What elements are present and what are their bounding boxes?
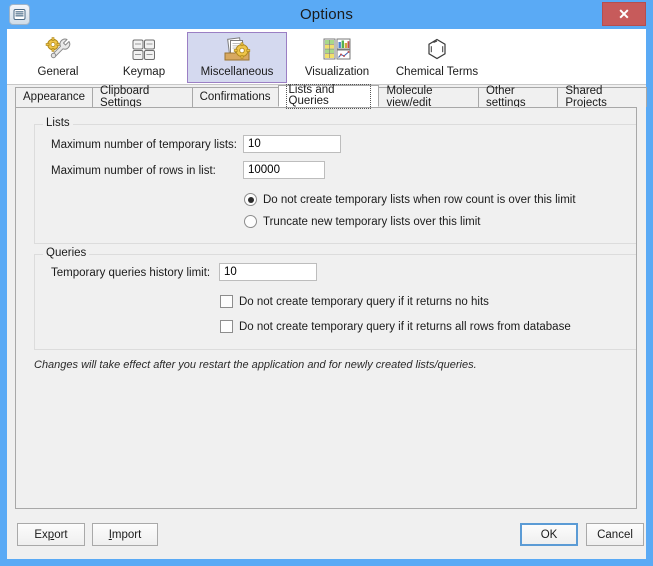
checkbox-indicator (220, 295, 233, 308)
checkbox-no-hits[interactable]: Do not create temporary query if it retu… (220, 295, 489, 308)
toolbar-item-chemical-terms[interactable]: Chemical Terms (387, 32, 487, 83)
gear-wrench-icon (43, 36, 73, 64)
toolbar-item-keymap[interactable]: Keymap (101, 32, 187, 83)
documents-gear-icon (222, 36, 252, 64)
benzene-ring-icon (422, 36, 452, 64)
tab-other-settings[interactable]: Other settings (478, 87, 558, 107)
toolbar-item-label: General (38, 66, 79, 78)
tab-label: Appearance (23, 92, 85, 104)
toolbar-item-general[interactable]: General (15, 32, 101, 83)
import-button[interactable]: Import (92, 523, 158, 546)
toolbar-item-label: Keymap (123, 66, 165, 78)
tab-label: Lists and Queries (286, 84, 372, 109)
options-dialog-window: Options ✕ G (0, 0, 653, 566)
history-limit-label: Temporary queries history limit: (51, 267, 210, 279)
export-button[interactable]: Export (17, 523, 85, 546)
tab-clipboard-settings[interactable]: Clipboard Settings (92, 87, 193, 107)
tab-appearance[interactable]: Appearance (15, 87, 93, 107)
toolbar-item-miscellaneous[interactable]: Miscellaneous (187, 32, 287, 83)
tab-label: Shared Projects (565, 86, 639, 109)
tab-lists-and-queries[interactable]: Lists and Queries (278, 85, 380, 107)
checkbox-all-rows[interactable]: Do not create temporary query if it retu… (220, 320, 571, 333)
tab-label: Clipboard Settings (100, 86, 185, 109)
export-button-label: Export (34, 529, 67, 541)
keyboard-keys-icon (129, 36, 159, 64)
category-toolbar: General (7, 29, 646, 85)
max-temp-lists-input[interactable] (243, 135, 341, 153)
dialog-client-area: General (7, 29, 646, 559)
checkbox-label: Do not create temporary query if it retu… (239, 296, 489, 308)
tab-label: Confirmations (200, 92, 271, 104)
checkbox-label: Do not create temporary query if it retu… (239, 321, 571, 333)
radio-indicator (244, 193, 257, 206)
max-rows-in-list-input[interactable] (243, 161, 325, 179)
checkbox-indicator (220, 320, 233, 333)
toolbar-item-label: Chemical Terms (396, 66, 478, 78)
toolbar-item-label: Miscellaneous (201, 66, 274, 78)
toolbar-item-label: Visualization (305, 66, 369, 78)
cancel-button-label: Cancel (597, 529, 633, 541)
toolbar-item-visualization[interactable]: Visualization (287, 32, 387, 83)
max-rows-in-list-label: Maximum number of rows in list: (51, 165, 216, 177)
queries-group-title: Queries (43, 247, 89, 259)
radio-truncate-lists[interactable]: Truncate new temporary lists over this l… (244, 215, 481, 228)
tab-label: Molecule view/edit (386, 86, 471, 109)
radio-label: Do not create temporary lists when row c… (263, 194, 576, 206)
max-temp-lists-label: Maximum number of temporary lists: (51, 139, 237, 151)
restart-note: Changes will take effect after you resta… (34, 359, 477, 371)
tab-shared-projects[interactable]: Shared Projects (557, 87, 647, 107)
ok-button-label: OK (541, 529, 558, 541)
tab-molecule-view-edit[interactable]: Molecule view/edit (378, 87, 479, 107)
lists-and-queries-panel: Lists Maximum number of temporary lists:… (15, 107, 637, 509)
ok-button[interactable]: OK (520, 523, 578, 546)
radio-do-not-create-lists[interactable]: Do not create temporary lists when row c… (244, 193, 576, 206)
lists-group-title: Lists (43, 117, 73, 129)
title-bar: Options ✕ (0, 0, 653, 29)
history-limit-input[interactable] (219, 263, 317, 281)
close-icon[interactable]: ✕ (602, 2, 646, 26)
import-button-label: Import (109, 529, 142, 541)
table-chart-icon (322, 36, 352, 64)
radio-indicator (244, 215, 257, 228)
tab-confirmations[interactable]: Confirmations (192, 87, 279, 107)
tab-label: Other settings (486, 86, 550, 109)
settings-tabstrip: Appearance Clipboard Settings Confirmati… (7, 85, 646, 107)
radio-label: Truncate new temporary lists over this l… (263, 216, 481, 228)
dialog-button-bar: Export Import OK Cancel (7, 509, 646, 559)
cancel-button[interactable]: Cancel (586, 523, 644, 546)
application-icon (9, 4, 30, 25)
window-title: Options (0, 0, 653, 29)
